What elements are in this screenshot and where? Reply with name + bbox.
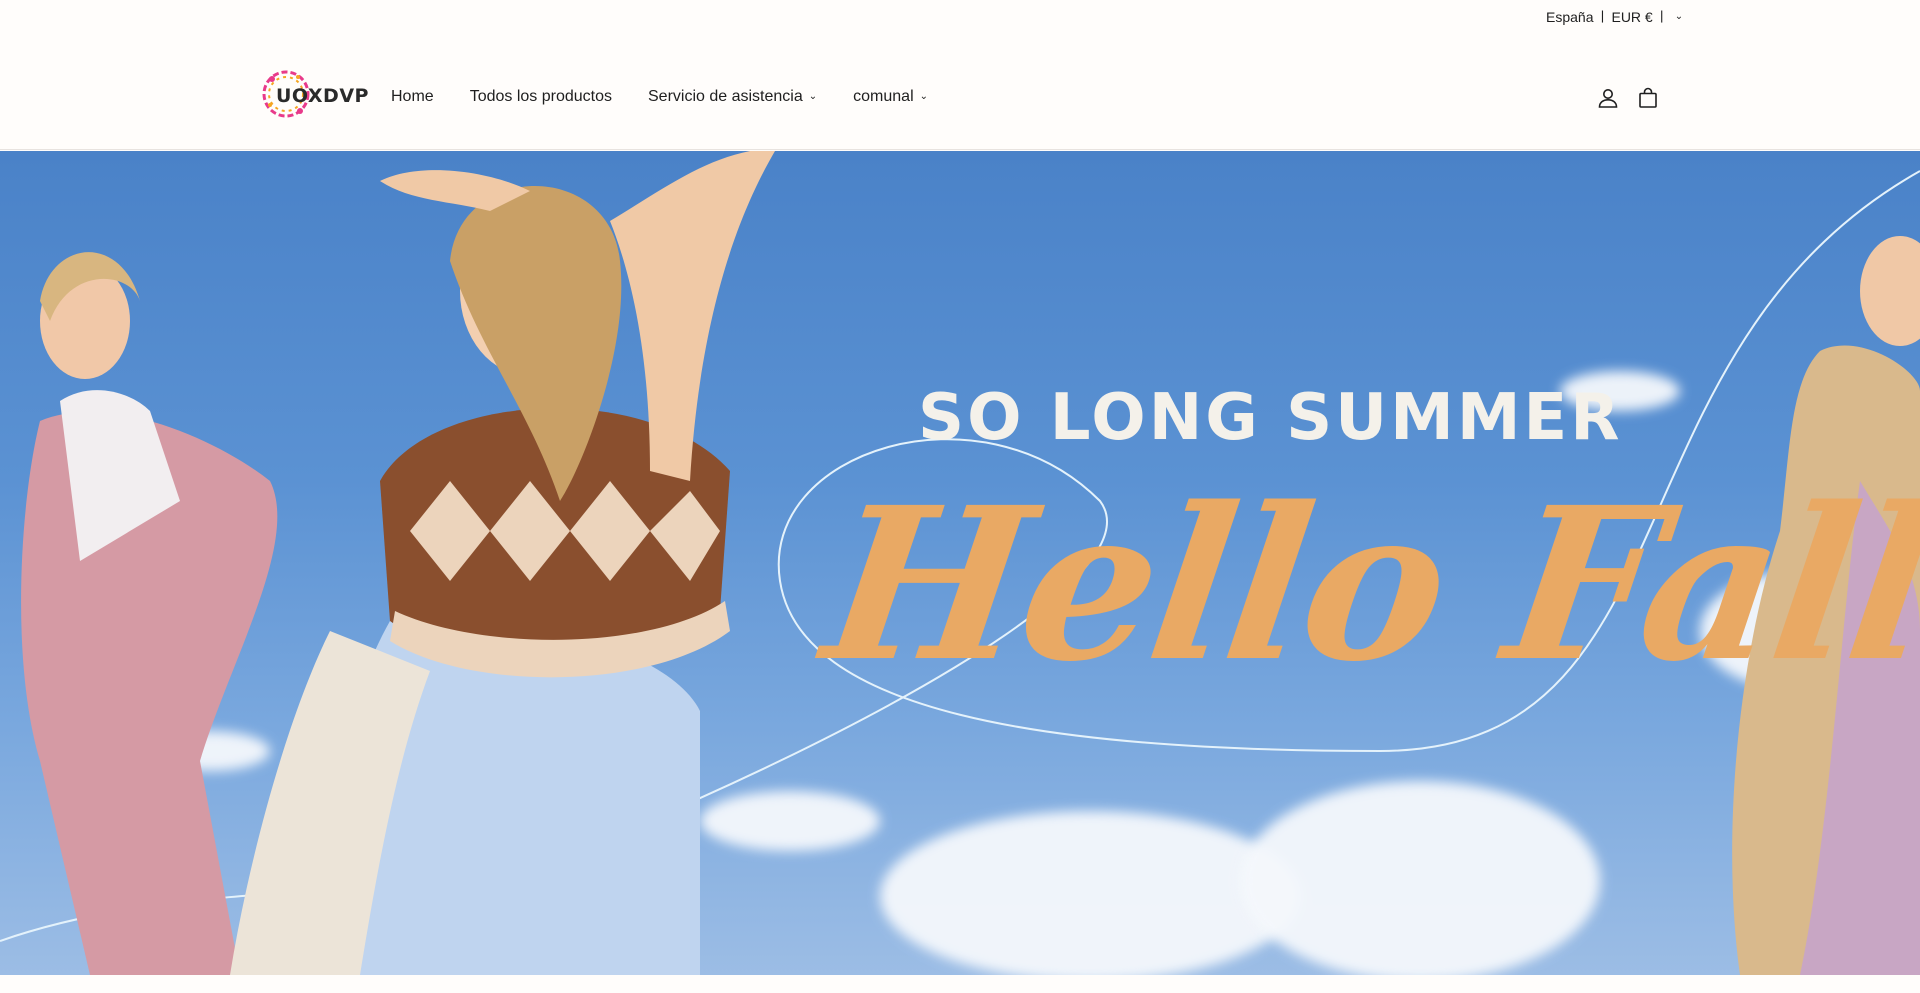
chevron-down-icon: ⌄ xyxy=(808,90,818,102)
nav-item-all-products[interactable]: Todos los productos xyxy=(470,88,612,106)
separator: 〡 xyxy=(1595,9,1610,25)
separator-end: 〡 xyxy=(1654,9,1669,25)
site-logo[interactable]: UOXDVP xyxy=(262,67,368,121)
bag-icon[interactable] xyxy=(1636,86,1660,110)
chevron-down-icon: ⌄ xyxy=(919,90,929,102)
hero-title: Hello Fall! xyxy=(812,461,1920,708)
main-navigation: Home Todos los productos Servicio de asi… xyxy=(391,88,928,106)
nav-item-community[interactable]: comunal ⌄ xyxy=(853,88,928,106)
nav-label: Todos los productos xyxy=(469,88,612,105)
hero-banner[interactable]: SO LONG SUMMER Hello Fall! xyxy=(0,151,1920,975)
header-icons xyxy=(1596,86,1660,110)
hero-subtitle: SO LONG SUMMER xyxy=(918,381,1623,455)
chevron-down-icon: ⌄ xyxy=(1674,10,1684,22)
user-icon[interactable] xyxy=(1596,86,1620,110)
currency-label: EUR € xyxy=(1611,9,1653,25)
nav-label: Servicio de asistencia xyxy=(648,88,803,105)
country-label: España xyxy=(1546,9,1594,25)
announcement-bar: España 〡 EUR € 〡 ⌄ xyxy=(0,0,1920,32)
nav-label: Home xyxy=(391,88,434,105)
nav-item-home[interactable]: Home xyxy=(391,88,434,106)
nav-label: comunal xyxy=(853,88,914,105)
locale-currency-selector[interactable]: España 〡 EUR € 〡 ⌄ xyxy=(1546,7,1683,27)
logo-wordmark: UOXDVP xyxy=(276,85,369,107)
nav-item-support[interactable]: Servicio de asistencia ⌄ xyxy=(648,88,817,106)
page-below-fold xyxy=(0,975,1920,993)
site-header: UOXDVP Home Todos los productos Servicio… xyxy=(0,32,1920,150)
model-center-image xyxy=(230,151,775,975)
